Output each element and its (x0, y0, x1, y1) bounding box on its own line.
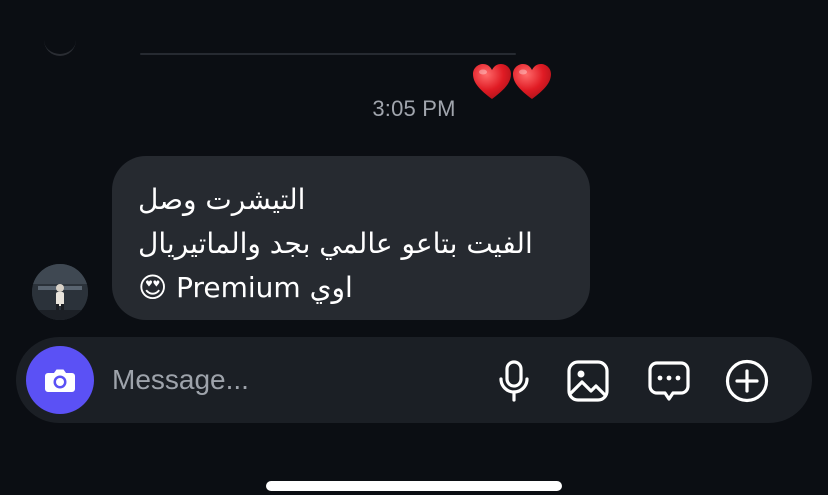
previous-avatar-edge (44, 36, 76, 56)
previous-message-edge (140, 53, 516, 55)
voice-message-button[interactable] (490, 357, 538, 405)
gallery-button[interactable] (564, 357, 612, 405)
sender-avatar[interactable] (32, 264, 88, 320)
message-input[interactable] (112, 357, 432, 403)
gallery-icon (567, 360, 609, 402)
chat-screen: 3:05 PM التيشرت وصل الفيت بتاعو عالمي بج… (0, 0, 828, 495)
incoming-message-row: التيشرت وصل الفيت بتاعو عالمي بجد والمات… (0, 156, 828, 326)
plus-icon (725, 359, 769, 403)
camera-button[interactable] (26, 346, 94, 414)
message-timestamp: 3:05 PM (372, 96, 456, 121)
more-options-button[interactable] (723, 357, 771, 405)
message-line-3-text: Premium اوي (176, 271, 353, 304)
heart-eyes-emoji: 😍 (138, 271, 168, 304)
message-composer (16, 337, 812, 423)
sticker-button[interactable] (645, 357, 693, 405)
camera-icon (45, 369, 75, 392)
profile-photo-icon (32, 264, 88, 320)
message-line-1: التيشرت وصل (138, 183, 306, 216)
message-line-3: 😍 Premium اوي (138, 266, 564, 310)
home-indicator[interactable] (266, 481, 562, 491)
message-bubble[interactable]: التيشرت وصل الفيت بتاعو عالمي بجد والمات… (112, 156, 590, 320)
sticker-icon (648, 361, 690, 401)
message-line-2: الفيت بتاعو عالمي بجد والماتيريال (138, 227, 533, 260)
microphone-icon (499, 360, 529, 402)
